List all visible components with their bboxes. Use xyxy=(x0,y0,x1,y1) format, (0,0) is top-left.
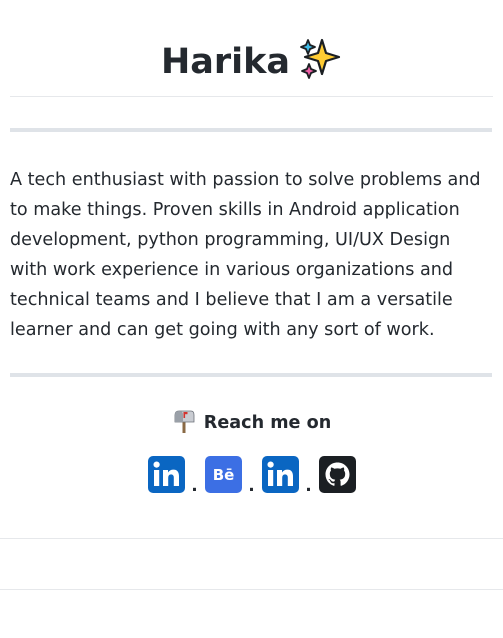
profile-title: Harika xyxy=(0,36,503,88)
behance-link[interactable]: Bē xyxy=(204,456,242,493)
link-separator: . xyxy=(191,476,198,496)
section-divider xyxy=(0,589,503,590)
reach-me-heading: Reach me on xyxy=(0,409,503,436)
sparkles-icon xyxy=(300,38,341,79)
social-links: . Bē . . xyxy=(0,453,503,496)
link-separator: . xyxy=(305,476,312,496)
github-link[interactable] xyxy=(318,456,356,493)
linkedin-icon xyxy=(147,456,185,493)
mailbox-icon xyxy=(174,410,195,433)
bio-paragraph: A tech enthusiast with passion to solve … xyxy=(10,170,481,340)
svg-text:Bē: Bē xyxy=(212,466,234,484)
github-icon xyxy=(318,456,356,493)
linkedin-link-2[interactable] xyxy=(261,456,299,493)
profile-name: Harika xyxy=(160,42,291,82)
link-separator: . xyxy=(248,476,255,496)
linkedin-icon xyxy=(261,456,299,493)
reach-me-label: Reach me on xyxy=(203,413,332,433)
horizontal-rule-bottom xyxy=(10,373,492,377)
horizontal-rule-top xyxy=(10,128,492,132)
behance-icon: Bē xyxy=(204,456,242,493)
linkedin-link[interactable] xyxy=(147,456,185,493)
section-divider xyxy=(0,538,503,539)
heading-underline xyxy=(10,96,493,97)
